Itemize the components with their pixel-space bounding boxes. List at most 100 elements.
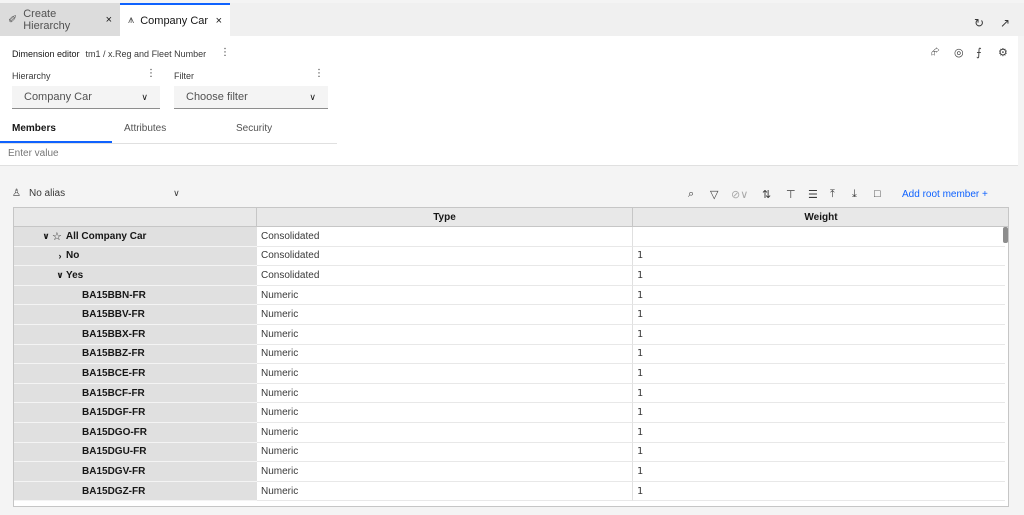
- member-name-cell[interactable]: BA15DGZ-FR: [14, 481, 257, 502]
- weight-cell[interactable]: 1: [633, 403, 1005, 423]
- chevron-right-icon[interactable]: ›: [54, 251, 66, 261]
- weight-cell[interactable]: 1: [633, 286, 1005, 306]
- member-name-cell[interactable]: BA15BBV-FR: [14, 305, 257, 325]
- weight-cell[interactable]: 1: [633, 384, 1005, 404]
- scrollbar-thumb[interactable]: [1003, 227, 1008, 243]
- search-input[interactable]: [8, 148, 408, 159]
- type-cell[interactable]: Consolidated: [257, 227, 633, 247]
- table-row[interactable]: ∨ Yes Consolidated 1: [14, 266, 1008, 286]
- weight-cell[interactable]: 1: [633, 325, 1005, 345]
- member-name-cell[interactable]: BA15BCE-FR: [14, 364, 257, 384]
- search-row: [0, 146, 1018, 166]
- type-cell[interactable]: Numeric: [257, 325, 633, 345]
- sort-icon[interactable]: ⇅: [762, 188, 771, 201]
- type-column-header[interactable]: Type: [257, 208, 633, 227]
- member-name-cell[interactable]: › No: [14, 246, 257, 267]
- hierarchy-select[interactable]: Company Car ∨: [12, 86, 160, 109]
- tab-strip: ✐ Create Hierarchy × ⩚ Company Car × ↻ ↗: [0, 3, 1024, 36]
- tab-create-hierarchy[interactable]: ✐ Create Hierarchy ×: [0, 3, 120, 36]
- tab-company-car[interactable]: ⩚ Company Car ×: [120, 3, 230, 36]
- move-top-icon[interactable]: ⤒: [830, 188, 835, 201]
- refresh-icon[interactable]: ↻: [974, 16, 984, 30]
- member-name-cell[interactable]: BA15DGF-FR: [14, 403, 257, 423]
- weight-cell[interactable]: 1: [633, 266, 1005, 286]
- type-cell[interactable]: Numeric: [257, 481, 633, 502]
- weight-cell[interactable]: 1: [633, 443, 1005, 463]
- member-name-cell[interactable]: BA15DGU-FR: [14, 442, 257, 463]
- table-row[interactable]: BA15BBV-FR Numeric 1: [14, 305, 1008, 325]
- table-row[interactable]: ∨ ☆ All Company Car Consolidated: [14, 227, 1008, 247]
- tab-security[interactable]: Security: [236, 123, 272, 134]
- download-icon[interactable]: ⤓: [852, 188, 857, 201]
- member-name-cell[interactable]: BA15BBX-FR: [14, 325, 257, 345]
- weight-cell[interactable]: 1: [633, 247, 1005, 267]
- open-external-icon[interactable]: ↗: [1000, 16, 1010, 30]
- type-cell[interactable]: Numeric: [257, 383, 633, 404]
- member-name: BA15DGV-FR: [82, 465, 146, 477]
- settings-icon[interactable]: ⚙: [998, 46, 1008, 59]
- type-cell[interactable]: Numeric: [257, 423, 633, 443]
- table-row[interactable]: BA15DGU-FR Numeric 1: [14, 442, 1008, 463]
- weight-cell[interactable]: 1: [633, 345, 1005, 365]
- type-cell[interactable]: Numeric: [257, 344, 633, 365]
- type-cell[interactable]: Numeric: [257, 364, 633, 384]
- tree-icon[interactable]: ⊤: [786, 188, 796, 201]
- member-name-cell[interactable]: BA15DGO-FR: [14, 423, 257, 443]
- list-icon[interactable]: ☰: [808, 188, 818, 201]
- weight-column-header[interactable]: Weight: [633, 208, 1008, 227]
- member-name-cell[interactable]: BA15DGV-FR: [14, 462, 257, 482]
- table-row[interactable]: › No Consolidated 1: [14, 246, 1008, 267]
- member-name-cell[interactable]: BA15BBN-FR: [14, 285, 257, 306]
- dimension-editor-page: ✐ Create Hierarchy × ⩚ Company Car × ↻ ↗…: [0, 0, 1024, 515]
- table-row[interactable]: BA15DGZ-FR Numeric 1: [14, 481, 1008, 502]
- type-cell[interactable]: Consolidated: [257, 266, 633, 286]
- hierarchy-menu-icon[interactable]: ⋮: [146, 68, 156, 79]
- search-icon[interactable]: ⌕: [688, 188, 694, 201]
- member-name-cell[interactable]: BA15BBZ-FR: [14, 344, 257, 365]
- member-name-cell[interactable]: ∨ ☆ All Company Car: [14, 227, 257, 247]
- name-column-header[interactable]: [14, 208, 257, 227]
- weight-cell[interactable]: 1: [633, 364, 1005, 384]
- filter-menu-icon[interactable]: ⋮: [314, 68, 324, 79]
- weight-cell[interactable]: [633, 227, 1005, 247]
- table-row[interactable]: BA15DGO-FR Numeric 1: [14, 423, 1008, 443]
- weight-cell[interactable]: 1: [633, 305, 1005, 325]
- type-cell[interactable]: Numeric: [257, 403, 633, 423]
- tab-members[interactable]: Members: [12, 123, 56, 134]
- table-row[interactable]: BA15BBN-FR Numeric 1: [14, 285, 1008, 306]
- table-row[interactable]: BA15BCE-FR Numeric 1: [14, 364, 1008, 384]
- table-row[interactable]: BA15BBX-FR Numeric 1: [14, 325, 1008, 345]
- type-cell[interactable]: Consolidated: [257, 246, 633, 267]
- close-icon[interactable]: ×: [216, 15, 222, 27]
- weight-cell[interactable]: 1: [633, 423, 1005, 443]
- table-row[interactable]: BA15DGF-FR Numeric 1: [14, 403, 1008, 423]
- hierarchy-view-icon[interactable]: ⮳: [931, 46, 940, 59]
- type-cell[interactable]: Numeric: [257, 462, 633, 482]
- overflow-menu-icon[interactable]: ⋮: [220, 47, 230, 58]
- upload-icon[interactable]: ⨍: [976, 46, 982, 59]
- filter-label: Filter: [174, 71, 194, 81]
- chevron-down-icon[interactable]: ∨: [54, 270, 66, 281]
- add-root-member-button[interactable]: Add root member +: [902, 189, 988, 200]
- type-cell[interactable]: Numeric: [257, 305, 633, 325]
- calendar-icon[interactable]: □: [874, 188, 881, 200]
- member-name-cell[interactable]: BA15BCF-FR: [14, 383, 257, 404]
- chevron-down-icon[interactable]: ∨: [40, 231, 52, 242]
- type-cell[interactable]: Numeric: [257, 285, 633, 306]
- alias-select[interactable]: ♙ No alias ∨: [12, 188, 180, 199]
- tab-attributes[interactable]: Attributes: [124, 123, 166, 134]
- filter-select[interactable]: Choose filter ∨: [174, 86, 328, 109]
- weight-cell[interactable]: 1: [633, 482, 1005, 502]
- table-row[interactable]: BA15BCF-FR Numeric 1: [14, 383, 1008, 404]
- table-row[interactable]: BA15DGV-FR Numeric 1: [14, 462, 1008, 482]
- table-row[interactable]: BA15BBZ-FR Numeric 1: [14, 344, 1008, 365]
- close-icon[interactable]: ×: [106, 14, 112, 26]
- breadcrumb-path[interactable]: tm1 / x.Reg and Fleet Number: [86, 49, 207, 59]
- view-icon[interactable]: ◎: [954, 46, 964, 59]
- filter-icon[interactable]: ▽: [710, 188, 718, 201]
- link-icon: ✐: [8, 14, 18, 26]
- member-name-cell[interactable]: ∨ Yes: [14, 266, 257, 286]
- hide-icon[interactable]: ⊘∨: [731, 188, 748, 201]
- type-cell[interactable]: Numeric: [257, 442, 633, 463]
- weight-cell[interactable]: 1: [633, 462, 1005, 482]
